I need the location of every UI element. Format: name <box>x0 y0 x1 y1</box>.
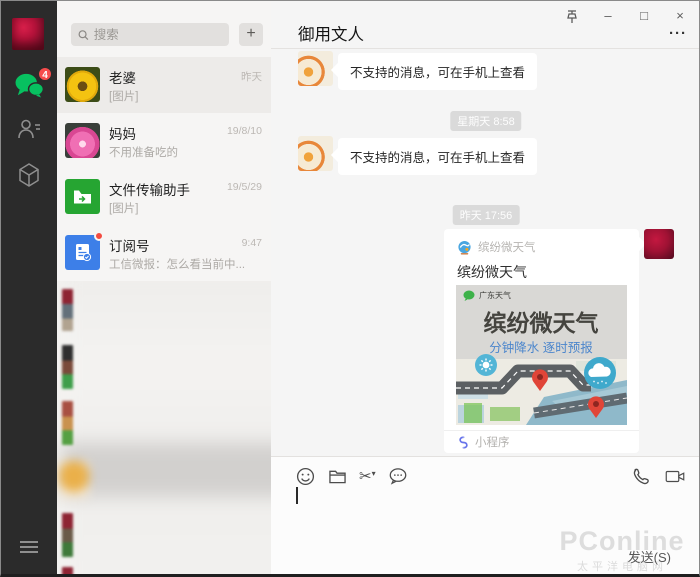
chat-list-item[interactable]: 文件传输助手 19/5/29 [图片] <box>57 169 271 225</box>
send-button[interactable]: 发送(S) <box>628 547 671 566</box>
svg-text:广东天气: 广东天气 <box>479 290 511 300</box>
voice-call-button[interactable] <box>630 466 650 486</box>
card-footer: 小程序 <box>444 430 639 453</box>
call-toolbar <box>630 466 685 486</box>
chat-preview: [图片] <box>109 91 139 103</box>
screenshot-button[interactable]: ✂ ▾ <box>359 467 376 485</box>
chat-time: 19/5/29 <box>226 181 262 193</box>
chat-time: 9:47 <box>241 237 262 249</box>
miniprogram-card[interactable]: 缤纷微天气 缤纷微天气 广东天气 缤纷微天气 分钟降水 逐时预报 小程序 <box>444 229 639 453</box>
send-file-button[interactable] <box>327 466 347 486</box>
file-transfer-avatar <box>65 179 100 214</box>
subscriptions-avatar <box>65 235 100 270</box>
peer-avatar[interactable] <box>298 136 333 171</box>
search-input[interactable] <box>93 27 222 42</box>
contacts-icon <box>18 119 40 139</box>
chat-name: 文件传输助手 <box>109 183 190 198</box>
chat-name: 老婆 <box>109 71 136 86</box>
chat-preview: 工信微报：怎么看当前中... <box>109 259 246 271</box>
search-icon <box>78 29 89 40</box>
message-input[interactable] <box>295 487 681 549</box>
phone-icon <box>633 468 649 484</box>
hamburger-menu-icon <box>20 541 38 553</box>
miniprogram-label: 小程序 <box>475 437 510 449</box>
chat-list-panel: + 老婆 昨天 [图片] 妈妈 19/8/10 不用准备吃的 文件 <box>57 1 271 574</box>
unread-count-badge: 4 <box>37 66 53 82</box>
composer: ✂ ▾ PConline 太平洋电脑网 发送(S) <box>271 456 699 574</box>
avatar <box>65 67 100 102</box>
peer-avatar[interactable] <box>298 51 333 86</box>
maximize-button[interactable]: □ <box>633 7 655 25</box>
nav-collections-button[interactable] <box>1 153 57 197</box>
pin-icon <box>567 10 577 23</box>
video-call-button[interactable] <box>665 466 685 486</box>
time-divider: 昨天 17:56 <box>452 205 520 225</box>
collections-cube-icon <box>19 163 39 187</box>
folder-arrow-icon <box>74 190 91 203</box>
selected-chat-highlight <box>61 443 271 497</box>
miniprogram-icon <box>459 435 468 449</box>
subscriptions-doc-icon <box>75 244 91 262</box>
card-image: 广东天气 缤纷微天气 分钟降水 逐时预报 <box>456 285 627 425</box>
time-divider: 星期天 8:58 <box>450 111 522 131</box>
chat-time: 19/8/10 <box>226 125 262 137</box>
emoji-button[interactable] <box>295 466 315 486</box>
folder-icon <box>328 470 346 483</box>
chat-history-button[interactable] <box>388 466 408 486</box>
message-bubble[interactable]: 不支持的消息，可在手机上查看 <box>338 53 538 90</box>
conversation-panel: 御用文人 – □ × ··· 不支持的消息，可在手机上查看 星期天 8:58 不… <box>271 1 699 574</box>
card-source-row: 缤纷微天气 <box>457 239 536 255</box>
emoji-icon <box>296 467 314 485</box>
nav-rail: 4 <box>1 1 57 574</box>
weather-app-icon <box>458 240 471 254</box>
chat-list-item[interactable]: 老婆 昨天 [图片] <box>57 57 271 113</box>
svg-text:缤纷微天气: 缤纷微天气 <box>484 310 599 336</box>
card-title: 缤纷微天气 <box>457 264 527 280</box>
wechat-window: 4 搜索 + 老婆 昨天 [图片] 妈妈 19/8/10 不用准备吃的 文件传输… <box>0 0 700 577</box>
my-profile-avatar[interactable] <box>12 18 44 50</box>
avatar <box>65 123 100 158</box>
message-bubble[interactable]: 不支持的消息，可在手机上查看 <box>338 138 538 175</box>
chat-list-item[interactable]: 妈妈 19/8/10 不用准备吃的 <box>57 113 271 169</box>
text-cursor <box>296 487 298 504</box>
chat-preview: [图片] <box>109 203 139 215</box>
chat-time: 昨天 <box>241 71 262 83</box>
chat-name: 妈妈 <box>109 127 136 142</box>
chat-history-icon <box>389 468 406 485</box>
nav-contacts-button[interactable] <box>1 107 57 151</box>
chat-title: 御用文人 <box>298 26 364 44</box>
blurred-chat-rows[interactable] <box>57 281 271 574</box>
search-box[interactable] <box>71 23 229 46</box>
window-controls: – □ × <box>561 7 691 25</box>
chat-more-button[interactable]: ··· <box>669 26 687 41</box>
minimize-button[interactable]: – <box>597 7 619 25</box>
svg-text:分钟降水 逐时预报: 分钟降水 逐时预报 <box>489 340 593 355</box>
add-chat-button[interactable]: + <box>239 23 263 46</box>
search-row: + <box>57 1 271 57</box>
card-source-label: 缤纷微天气 <box>478 242 536 254</box>
scissors-icon: ✂ <box>359 468 372 485</box>
pin-button[interactable] <box>561 7 583 25</box>
weather-promo-illustration: 广东天气 缤纷微天气 分钟降水 逐时预报 <box>456 285 627 425</box>
chat-list-item[interactable]: 订阅号 9:47 工信微报：怎么看当前中... <box>57 225 271 281</box>
unread-dot <box>94 231 104 241</box>
message-scroll-area[interactable]: 不支持的消息，可在手机上查看 星期天 8:58 不支持的消息，可在手机上查看 昨… <box>271 49 699 456</box>
watermark-line2: 太平洋电脑网 <box>577 561 667 573</box>
chat-header: 御用文人 – □ × ··· <box>271 1 699 49</box>
chat-preview: 不用准备吃的 <box>109 147 178 159</box>
composer-toolbar: ✂ ▾ <box>295 466 408 486</box>
video-camera-icon <box>665 470 685 482</box>
caret-down-icon: ▾ <box>371 469 376 478</box>
chat-name: 订阅号 <box>109 239 150 254</box>
close-button[interactable]: × <box>669 7 691 25</box>
my-avatar[interactable] <box>644 229 674 259</box>
nav-chats-button[interactable]: 4 <box>1 63 57 107</box>
nav-menu-button[interactable] <box>1 525 57 569</box>
